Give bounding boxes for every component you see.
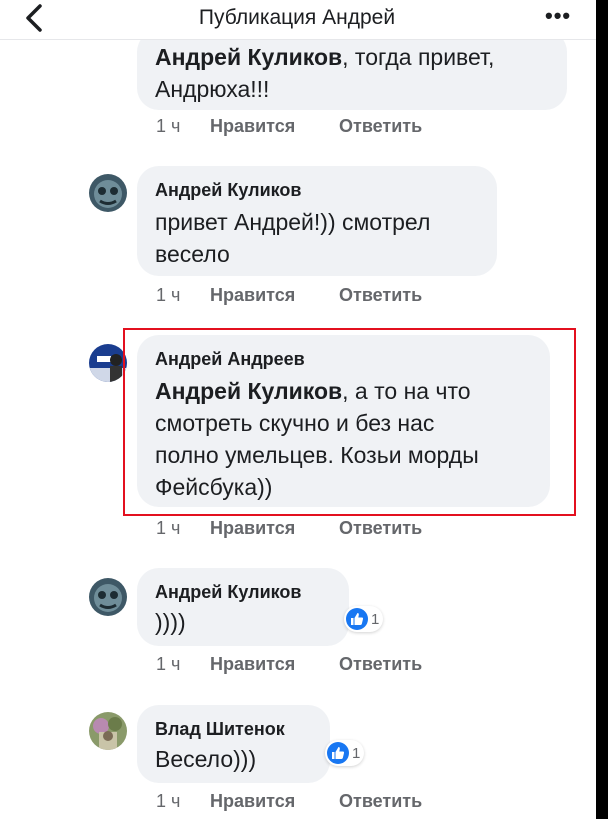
comment-author[interactable]: Андрей Куликов — [155, 179, 479, 201]
page-title: Публикация Андрей — [198, 6, 396, 29]
avatar[interactable] — [89, 174, 127, 212]
comment-bubble: Андрей Куликов привет Андрей!)) смотрел … — [137, 166, 497, 276]
comment-time: 1 ч — [156, 285, 181, 305]
reply-button[interactable]: Ответить — [339, 518, 422, 539]
comment-author[interactable]: Андрей Куликов — [155, 581, 331, 603]
avatar[interactable] — [89, 578, 127, 616]
comment-actions: 1 ч Нравится Ответить — [156, 518, 422, 539]
reply-button[interactable]: Ответить — [339, 654, 422, 675]
reaction-count: 1 — [371, 610, 380, 628]
mention-link[interactable]: Андрей Куликов — [155, 44, 342, 70]
comment-author[interactable]: Влад Шитенок — [155, 718, 312, 740]
reaction-badge[interactable]: 1 — [325, 740, 365, 766]
comment-bubble: Андрей Андреев Андрей Куликов, а то на ч… — [137, 335, 550, 507]
comment-text-line: привет Андрей!)) смотрел — [155, 209, 431, 235]
reaction-badge[interactable]: 1 — [344, 606, 384, 632]
like-button[interactable]: Нравится — [210, 116, 339, 137]
comment-text-line: Андрюха!!! — [155, 76, 270, 102]
avatar[interactable] — [89, 712, 127, 750]
top-bar: Публикация Андрей ••• — [0, 0, 608, 40]
mention-link[interactable]: Андрей Куликов — [155, 378, 342, 404]
comment-text: Андрей Куликов, а то на что — [155, 378, 471, 404]
thumbs-up-icon — [346, 608, 368, 630]
like-button[interactable]: Нравится — [210, 791, 339, 812]
comment-time: 1 ч — [156, 518, 181, 538]
comment-actions: 1 ч Нравится Ответить — [156, 791, 422, 812]
comment-text-line: смотреть скучно и без нас — [155, 410, 435, 436]
comment-bubble: Андрей Куликов )))) — [137, 568, 349, 646]
like-button[interactable]: Нравится — [210, 654, 339, 675]
comment-time: 1 ч — [156, 654, 181, 674]
reply-button[interactable]: Ответить — [339, 285, 422, 306]
more-options-button[interactable]: ••• — [545, 5, 577, 27]
avatar[interactable] — [89, 344, 127, 382]
comment-text-line: полно умельцев. Козьи морды — [155, 442, 479, 468]
comment-bubble: Андрей Куликов, тогда привет, Андрюха!!! — [137, 30, 567, 110]
screen-edge — [596, 0, 608, 819]
reply-button[interactable]: Ответить — [339, 791, 422, 812]
comment-text-line: )))) — [155, 609, 186, 635]
comment-actions: 1 ч Нравится Ответить — [156, 285, 422, 306]
comment-bubble: Влад Шитенок Весело))) — [137, 705, 330, 783]
like-button[interactable]: Нравится — [210, 285, 339, 306]
comment-author[interactable]: Андрей Андреев — [155, 348, 532, 370]
comment-actions: 1 ч Нравится Ответить — [156, 654, 422, 675]
comment-time: 1 ч — [156, 116, 181, 136]
thumbs-up-icon — [327, 742, 349, 764]
comment-text-line: Фейсбука)) — [155, 474, 273, 500]
comment-text-line: Весело))) — [155, 746, 257, 772]
reaction-count: 1 — [352, 744, 361, 762]
comment-time: 1 ч — [156, 791, 181, 811]
comment-actions: 1 ч Нравится Ответить — [156, 116, 422, 137]
comment-text: Андрей Куликов, тогда привет, — [155, 44, 495, 70]
comment-text-line: весело — [155, 241, 230, 267]
reply-button[interactable]: Ответить — [339, 116, 422, 137]
like-button[interactable]: Нравится — [210, 518, 339, 539]
